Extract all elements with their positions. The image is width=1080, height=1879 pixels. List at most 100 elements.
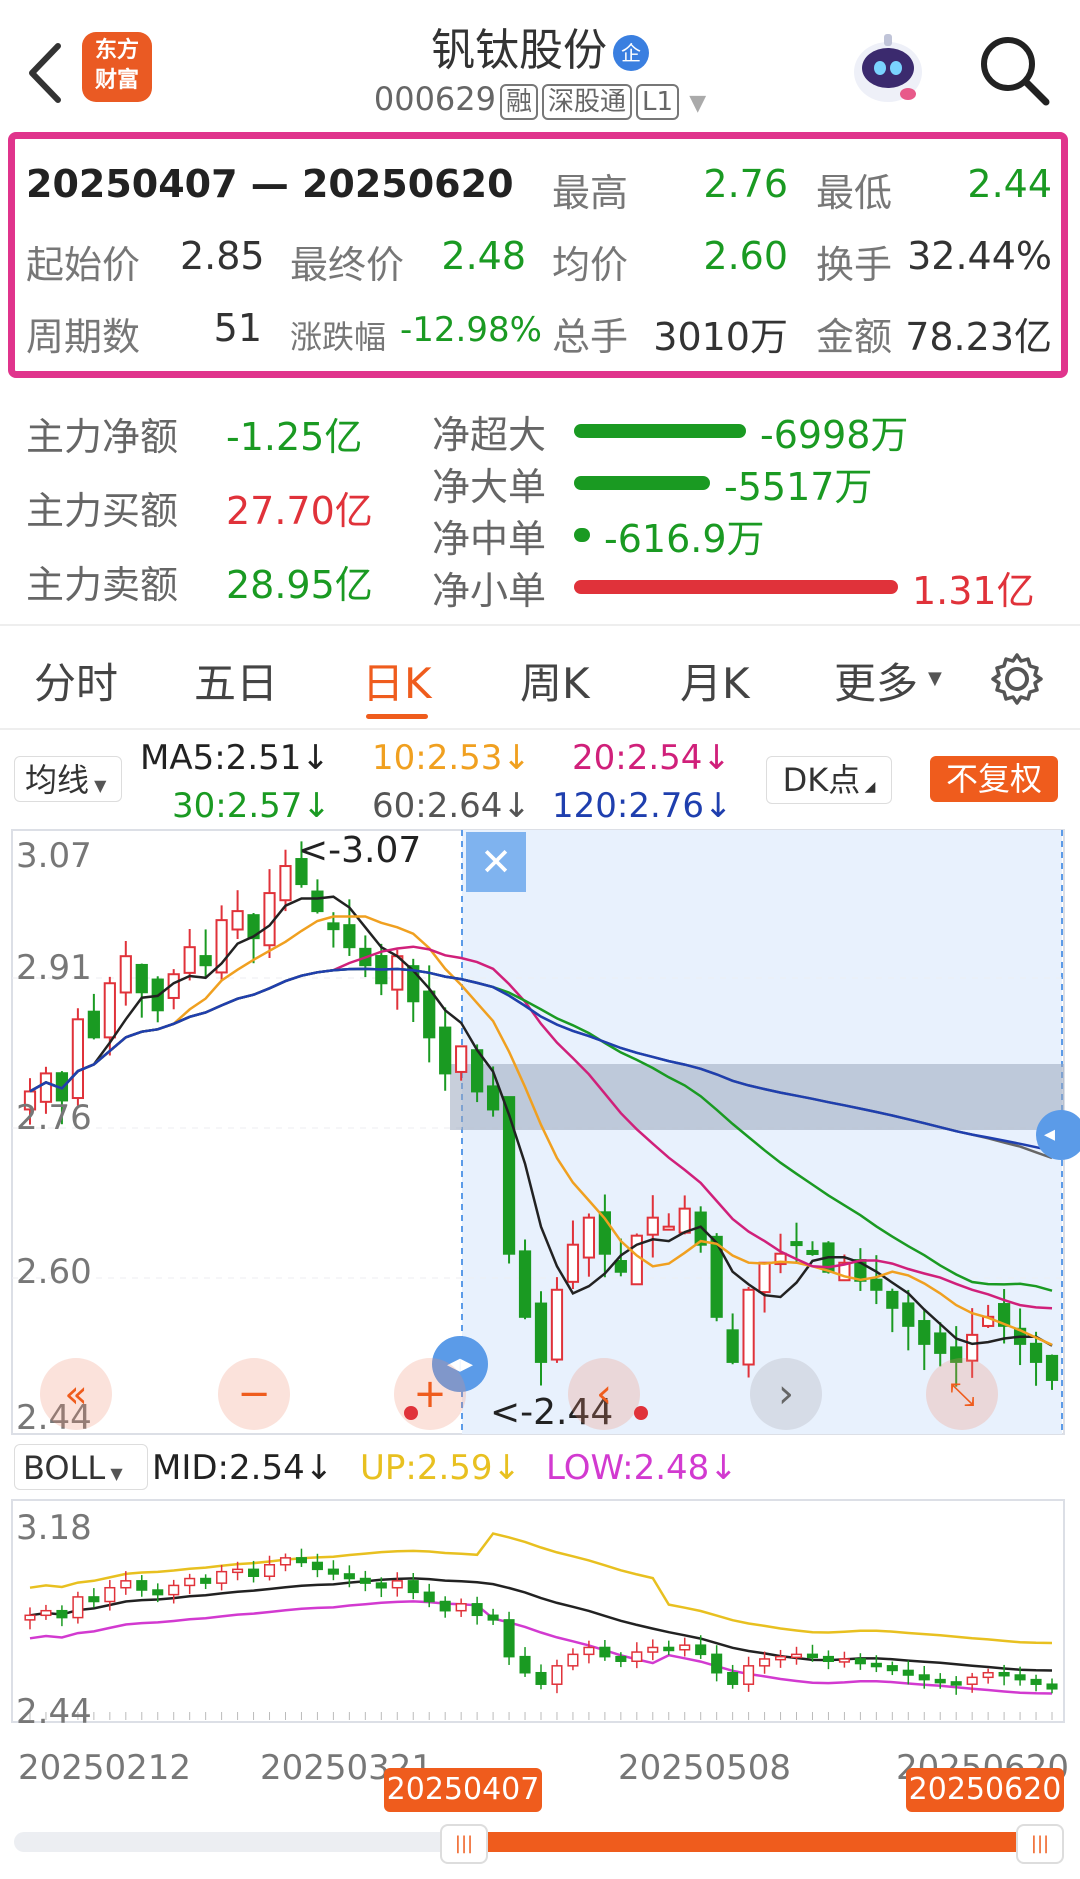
boll-candle-body: [886, 1665, 898, 1672]
periods-label: 周期数: [26, 315, 141, 359]
right-handle-icon[interactable]: ◂: [1036, 1110, 1080, 1160]
expand-icon[interactable]: ⤡: [926, 1358, 998, 1430]
slider-left-handle[interactable]: |||: [440, 1824, 488, 1864]
boll-candle-body: [232, 1568, 244, 1574]
boll-select[interactable]: BOLL ▼: [14, 1444, 148, 1490]
boll-candle-body: [1046, 1683, 1058, 1690]
range-start-pill: 20250407: [384, 1768, 542, 1812]
boll-candle-body: [40, 1609, 52, 1617]
search-icon[interactable]: [976, 32, 1052, 108]
y-label-4: 2.60: [16, 1252, 92, 1292]
candle-body: [1029, 1342, 1043, 1363]
boll-y-bottom: 2.44: [16, 1692, 92, 1732]
candle-body: [199, 955, 212, 967]
range-slider-fill: [462, 1832, 1046, 1852]
boll-chart[interactable]: [0, 1498, 1080, 1724]
scroll-right-icon[interactable]: ›: [750, 1358, 822, 1430]
y-label-3: 2.76: [16, 1098, 92, 1138]
tab-0[interactable]: 分时: [34, 650, 118, 711]
tab-2[interactable]: 日K: [362, 650, 432, 711]
boll-candle-body: [870, 1662, 882, 1668]
boll-y-top: 3.18: [16, 1508, 92, 1548]
close-selection-icon[interactable]: ✕: [466, 832, 526, 892]
boll-candle-body: [711, 1653, 723, 1674]
zoom-out-icon[interactable]: −: [218, 1358, 290, 1430]
tab-1[interactable]: 五日: [194, 650, 278, 711]
more-dropdown-icon[interactable]: ▼: [928, 668, 942, 689]
boll-candle-body: [966, 1676, 978, 1685]
boll-candle-body: [1030, 1678, 1042, 1685]
robot-assistant-icon[interactable]: [848, 28, 928, 108]
boll-candle-body: [902, 1669, 914, 1676]
ma10-value: 10:2.53↓: [372, 738, 531, 778]
start-price-label: 起始价: [26, 243, 141, 287]
ma-select[interactable]: 均线 ▼: [14, 756, 122, 802]
amount-value: 78.23亿: [905, 315, 1052, 359]
zoom-in-icon[interactable]: +: [394, 1358, 466, 1430]
change-label: 涨跌幅: [290, 318, 387, 356]
high-label: 最高: [552, 171, 629, 215]
flow-row-label: 净中单: [432, 517, 547, 561]
boll-candle-body: [950, 1681, 962, 1686]
candle-body: [71, 1018, 85, 1100]
dk-point-button[interactable]: DK点 ◢: [766, 756, 892, 804]
volume-value: 3010万: [653, 315, 788, 359]
boll-candle-body: [184, 1577, 196, 1587]
candle-body: [183, 946, 196, 974]
boll-candle-body: [279, 1557, 292, 1566]
boll-line: [29, 1577, 1053, 1672]
candle-body: [135, 963, 148, 994]
boll-mid: MID:2.54↓: [152, 1448, 334, 1488]
candle-body: [902, 1302, 915, 1327]
boll-candle-body: [838, 1658, 850, 1663]
boll-up: UP:2.59↓: [360, 1448, 522, 1488]
boll-candle-body: [152, 1589, 164, 1596]
tab-3[interactable]: 周K: [520, 650, 590, 711]
no-adjust-button[interactable]: 不复权: [930, 756, 1058, 802]
active-tab-underline: [366, 714, 428, 719]
slider-right-handle[interactable]: |||: [1016, 1824, 1064, 1864]
tab-5[interactable]: 更多: [834, 650, 918, 711]
scroll-left-fast-icon[interactable]: «: [40, 1358, 112, 1430]
boll-candle-body: [615, 1655, 627, 1662]
candle-body: [966, 1333, 979, 1362]
candle-body: [279, 865, 292, 902]
dk-label: DK点: [782, 761, 861, 799]
boll-candle-body: [168, 1584, 180, 1596]
flow-row-value: 1.31亿: [912, 569, 1035, 613]
stock-code: 000629: [373, 80, 496, 118]
candle-body: [566, 1243, 580, 1283]
flow-row-label: 净小单: [432, 569, 547, 613]
flow-row-bar: [574, 476, 710, 490]
boll-candle-body: [998, 1671, 1010, 1677]
scroll-left-icon[interactable]: ‹: [568, 1358, 640, 1430]
boll-candle-body: [727, 1671, 739, 1685]
enterprise-badge: 企: [613, 35, 649, 71]
boll-candle-body: [822, 1655, 834, 1662]
dropdown-triangle-icon[interactable]: ▼: [689, 91, 706, 116]
kline-chart[interactable]: [0, 828, 1080, 1438]
change-value: -12.98%: [400, 310, 542, 350]
boll-candle-body: [295, 1557, 308, 1564]
boll-candle-body: [631, 1651, 643, 1662]
amount-label: 金额: [816, 315, 893, 359]
y-label-top: 3.07: [16, 836, 92, 876]
turnover-label: 换手: [816, 243, 893, 287]
boll-line: [29, 1532, 1053, 1645]
boll-candle-body: [423, 1591, 435, 1603]
periods-value: 51: [213, 306, 262, 350]
boll-candle-body: [934, 1678, 946, 1684]
boll-candle-body: [455, 1603, 467, 1612]
boll-candle-body: [487, 1614, 499, 1621]
tab-4[interactable]: 月K: [680, 650, 750, 711]
boll-candle-body: [679, 1644, 691, 1651]
candle-body: [646, 1216, 659, 1236]
settings-gear-icon[interactable]: [990, 652, 1044, 706]
boll-candle-body: [439, 1600, 451, 1612]
flow-row-label: 净超大: [432, 413, 547, 457]
candle-body: [486, 1085, 500, 1111]
volume-label: 总手: [552, 315, 629, 359]
boll-low: LOW:2.48↓: [546, 1448, 738, 1488]
boll-candle-body: [56, 1609, 68, 1619]
candle-body: [918, 1320, 931, 1345]
